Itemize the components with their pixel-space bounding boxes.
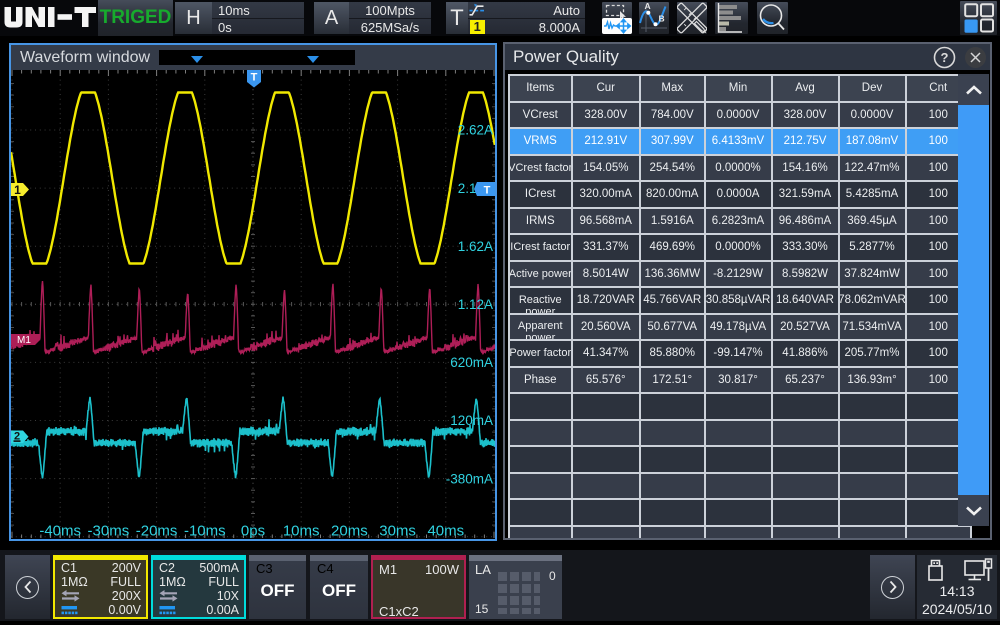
svg-text:B: B xyxy=(659,14,665,24)
svg-text:120mA: 120mA xyxy=(450,413,493,428)
svg-text:-40ms: -40ms xyxy=(39,523,81,539)
svg-text:0ps: 0ps xyxy=(241,523,265,539)
svg-text:M1: M1 xyxy=(17,335,31,346)
svg-text:-20ms: -20ms xyxy=(136,523,178,539)
svg-text:A: A xyxy=(645,2,651,11)
svg-text:40ms: 40ms xyxy=(427,523,464,539)
svg-text:-10ms: -10ms xyxy=(184,523,226,539)
svg-text:T: T xyxy=(484,185,491,197)
svg-text:1.12A: 1.12A xyxy=(458,297,493,312)
svg-text:1: 1 xyxy=(14,183,21,197)
svg-text:2.62A: 2.62A xyxy=(458,123,493,138)
svg-text:30ms: 30ms xyxy=(379,523,416,539)
svg-text:-30ms: -30ms xyxy=(88,523,130,539)
svg-text:1.62A: 1.62A xyxy=(458,239,493,254)
svg-text:620mA: 620mA xyxy=(450,355,493,370)
svg-text:20ms: 20ms xyxy=(331,523,368,539)
svg-text:-380mA: -380mA xyxy=(446,471,493,486)
svg-text:T: T xyxy=(251,72,258,84)
svg-text:10ms: 10ms xyxy=(283,523,320,539)
svg-text:?: ? xyxy=(941,50,949,65)
